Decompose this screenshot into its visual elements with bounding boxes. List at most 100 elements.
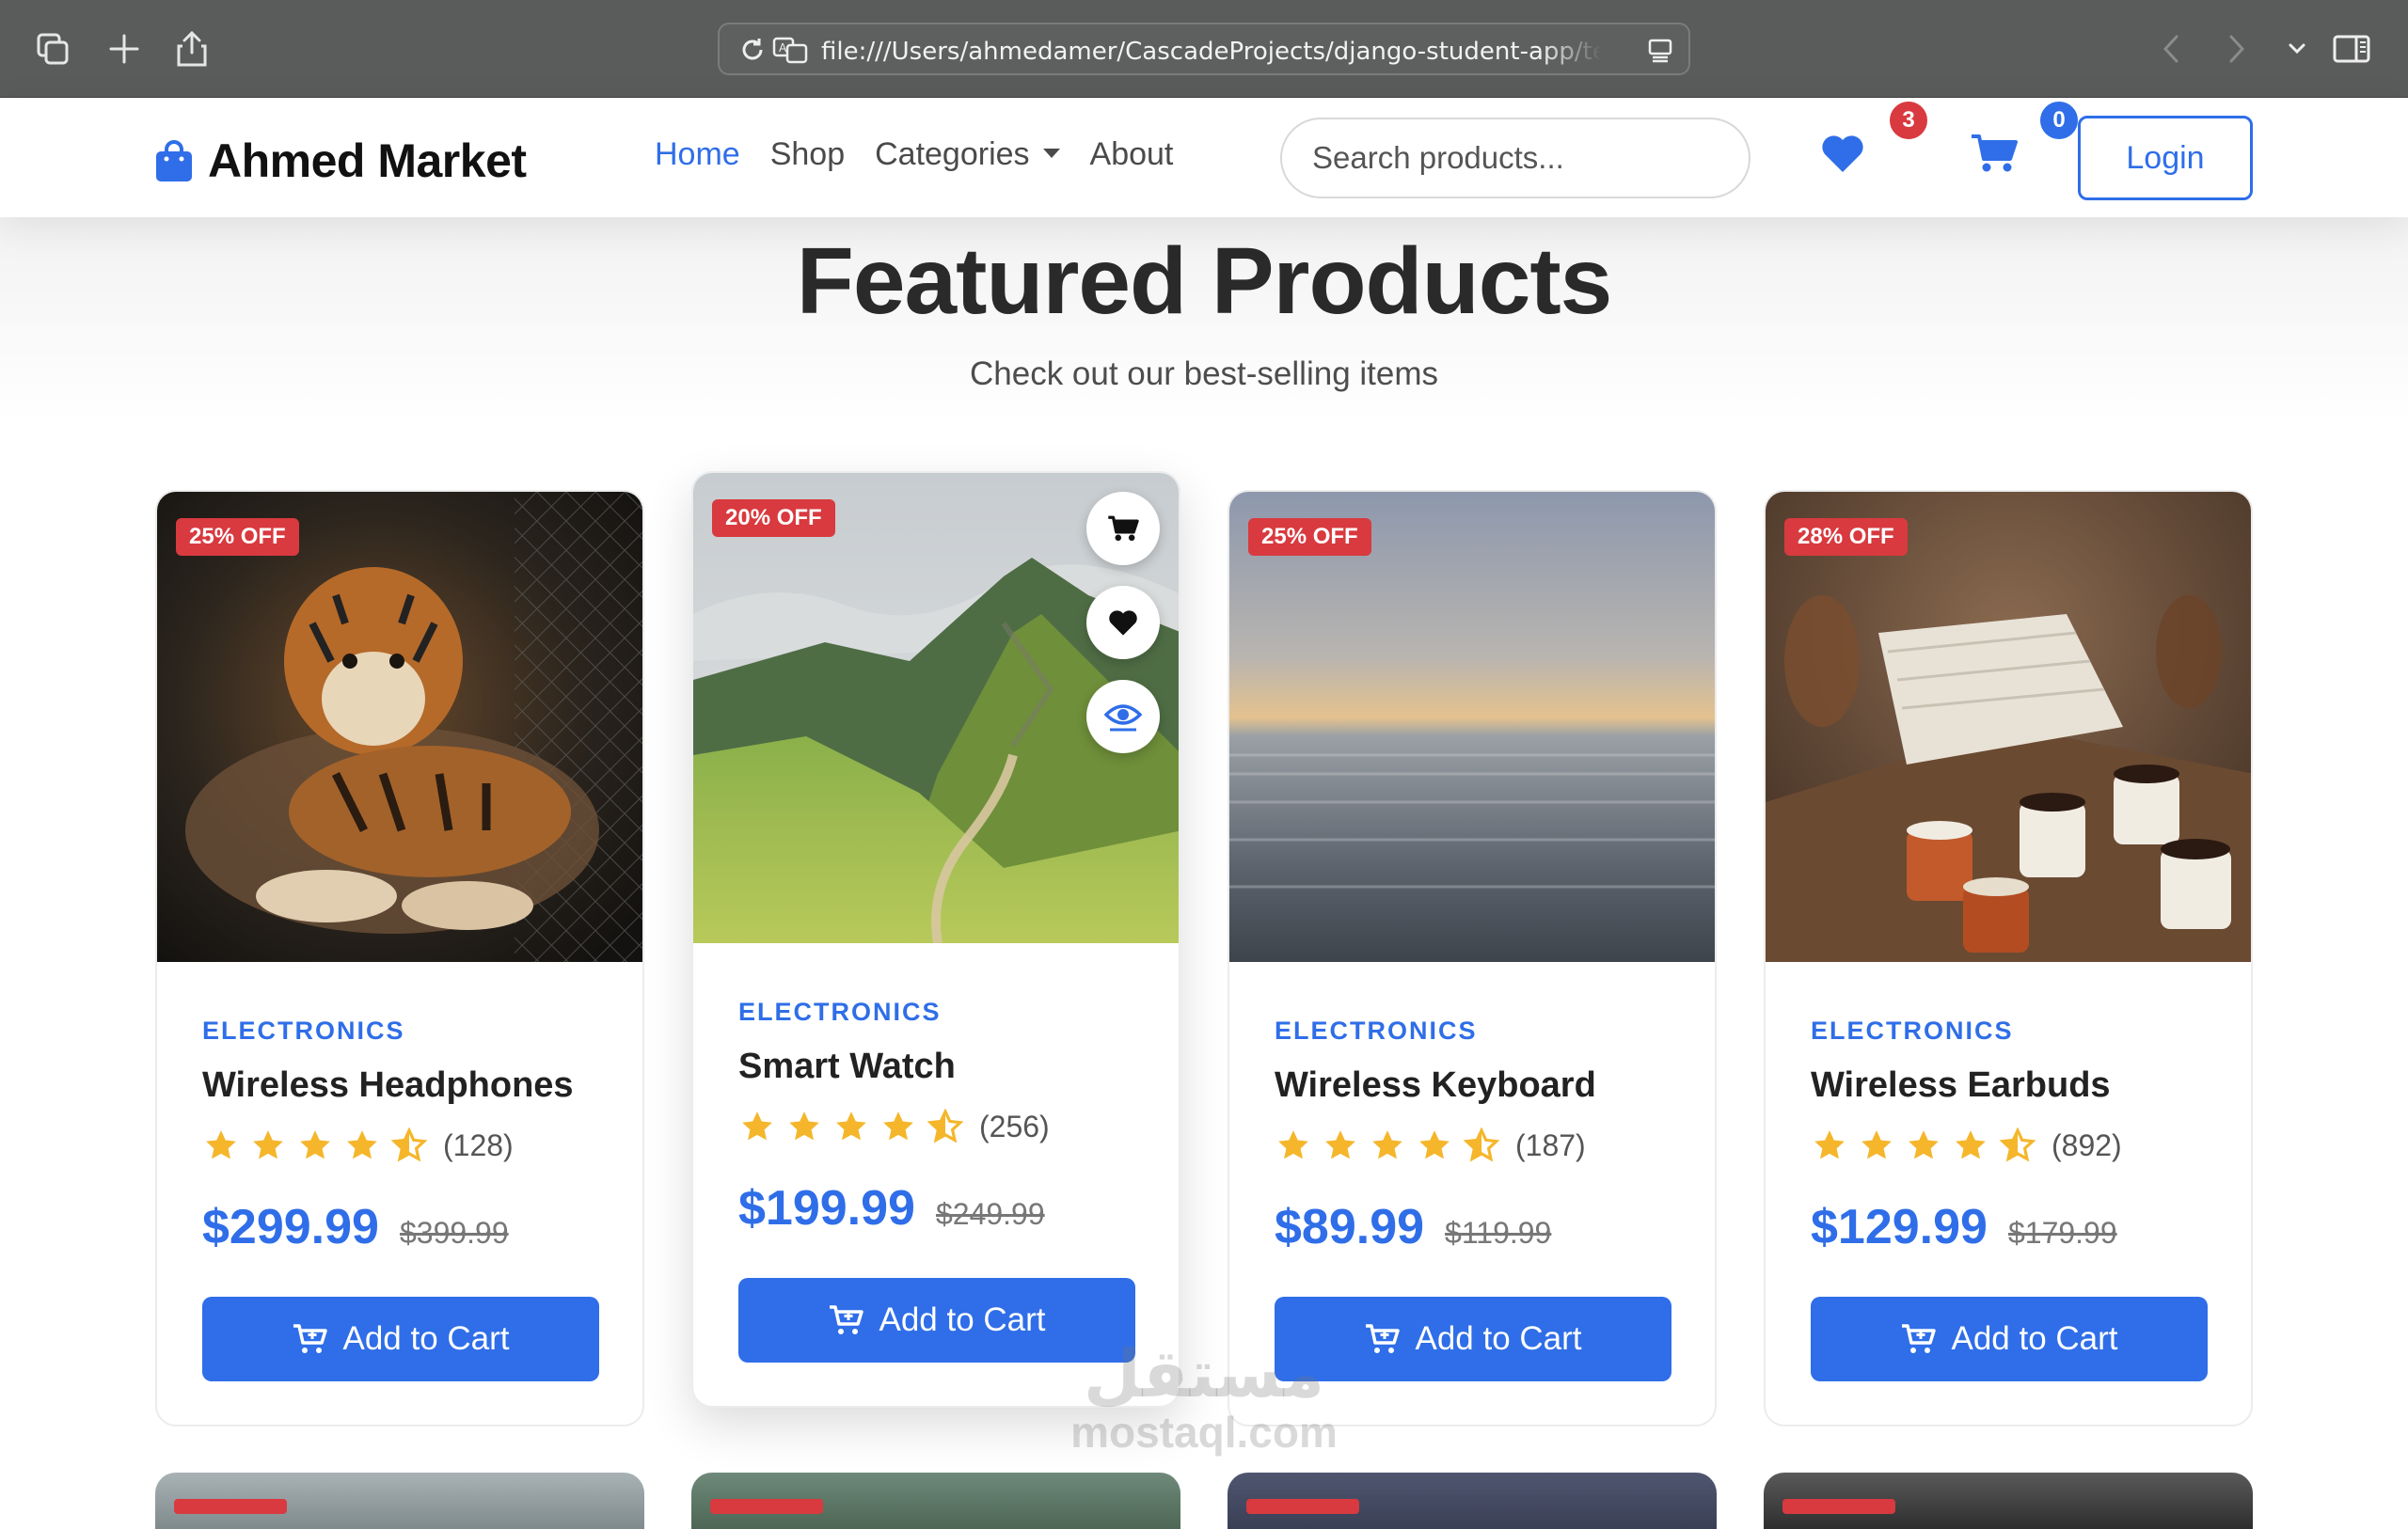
star-icon [300, 1130, 330, 1159]
product-image[interactable] [157, 492, 642, 962]
product-card-peek[interactable] [1764, 1473, 2253, 1529]
review-count: (892) [2052, 1127, 2122, 1162]
watermark-arabic: مستقل [1083, 1337, 1324, 1411]
section-title: Featured Products [796, 229, 1613, 334]
login-button[interactable]: Login [2078, 116, 2253, 200]
reader-icon[interactable] [1647, 38, 1673, 64]
add-to-cart-label: Add to Cart [1415, 1320, 1582, 1357]
product-card[interactable]: 20% OFF ELECTRONICS Smart Watch (256) $1… [691, 471, 1180, 1408]
cart-plus-icon [1366, 1324, 1401, 1353]
old-price: $179.99 [2007, 1216, 2117, 1250]
back-icon[interactable] [2147, 24, 2195, 73]
star-half-icon [1999, 1127, 2036, 1162]
section-subtitle: Check out our best-selling items [970, 355, 1438, 392]
current-price: $299.99 [202, 1200, 379, 1254]
wishlist-count-badge: 3 [1887, 99, 1930, 142]
star-icon [206, 1130, 236, 1159]
star-icon [253, 1130, 283, 1159]
product-category: ELECTRONICS [1811, 1017, 2014, 1045]
sidebar-icon[interactable] [2327, 24, 2376, 73]
chevron-down-icon[interactable] [2273, 24, 2321, 73]
product-image[interactable] [1229, 492, 1715, 962]
nav-link-shop[interactable]: Shop [770, 136, 845, 173]
address-bar[interactable]: A file:///Users/ahmedamer/CascadeProject… [718, 23, 1690, 75]
star-half-icon [1463, 1127, 1500, 1162]
star-icon [1419, 1130, 1450, 1159]
star-icon [1372, 1130, 1402, 1159]
search-input[interactable]: Search products... [1280, 118, 1751, 198]
product-card[interactable]: 28% OFF ELECTRONICS Wireless Earbuds (89… [1764, 490, 2253, 1427]
svg-text:A: A [779, 41, 787, 55]
product-name[interactable]: Wireless Earbuds [1811, 1065, 2111, 1106]
watermark-latin: mostaql.com [1070, 1408, 1338, 1457]
star-icon [1814, 1130, 1845, 1159]
eye-icon [1104, 704, 1142, 732]
product-card-peek[interactable] [1228, 1473, 1717, 1529]
discount-badge-peek [1782, 1499, 1895, 1514]
product-card-peek[interactable] [691, 1473, 1180, 1529]
star-icon [1278, 1130, 1308, 1159]
star-icon [1956, 1130, 1986, 1159]
current-price: $199.99 [738, 1181, 915, 1236]
nav-link-about[interactable]: About [1090, 136, 1174, 173]
cart-plus-icon [1902, 1324, 1937, 1353]
star-icon [883, 1111, 913, 1141]
brand-name: Ahmed Market [208, 134, 527, 187]
nav-link-home[interactable]: Home [655, 136, 740, 173]
product-category: ELECTRONICS [1275, 1017, 1478, 1045]
product-image[interactable] [1766, 492, 2251, 962]
star-half-icon [390, 1127, 428, 1162]
url-text: file:///Users/ahmedamer/CascadeProjects/… [821, 38, 1602, 66]
nav-link-categories[interactable]: Categories [875, 136, 1060, 173]
discount-badge: 25% OFF [176, 518, 299, 556]
cart-icon [1972, 134, 2018, 172]
product-price: $129.99 $179.99 [1811, 1199, 2117, 1255]
product-category: ELECTRONICS [738, 998, 942, 1026]
discount-badge-peek [174, 1499, 287, 1514]
product-name[interactable]: Wireless Headphones [202, 1065, 574, 1106]
star-icon [789, 1111, 819, 1141]
old-price: $399.99 [399, 1216, 509, 1250]
product-card[interactable]: 25% OFF ELECTRONICS Wireless Keyboard (1… [1228, 490, 1717, 1427]
star-icon [836, 1111, 866, 1141]
browser-toolbar: A file:///Users/ahmedamer/CascadeProject… [0, 0, 2408, 98]
caret-down-icon [1042, 149, 1060, 159]
review-count: (256) [979, 1109, 1050, 1143]
quick-wishlist-button[interactable] [1086, 586, 1160, 659]
review-count: (187) [1515, 1127, 1586, 1162]
product-price: $199.99 $249.99 [738, 1180, 1045, 1237]
star-icon [1909, 1130, 1939, 1159]
product-card-peek[interactable] [155, 1473, 644, 1529]
heart-icon [1822, 135, 1863, 172]
add-to-cart-button[interactable]: Add to Cart [1811, 1297, 2208, 1381]
brand-logo[interactable]: Ahmed Market [153, 134, 527, 188]
quick-view-button[interactable] [1086, 680, 1160, 753]
add-to-cart-button[interactable]: Add to Cart [202, 1297, 599, 1381]
product-name[interactable]: Smart Watch [738, 1047, 956, 1087]
wishlist-button[interactable] [1820, 133, 1865, 179]
tab-overview-icon[interactable] [28, 24, 77, 73]
cart-button[interactable] [1970, 133, 2019, 179]
product-card[interactable]: 25% OFF ELECTRONICS Wireless Headphones … [155, 490, 644, 1427]
product-name[interactable]: Wireless Keyboard [1275, 1065, 1596, 1106]
quick-add-cart-button[interactable] [1086, 492, 1160, 565]
star-icon [1861, 1130, 1892, 1159]
site-navbar: Ahmed Market Home Shop Categories About … [0, 99, 2408, 217]
translate-icon[interactable]: A [772, 36, 810, 66]
shopping-bag-icon [156, 140, 192, 181]
cart-plus-icon [293, 1324, 328, 1353]
product-category: ELECTRONICS [202, 1017, 405, 1045]
old-price: $119.99 [1445, 1216, 1552, 1250]
review-count: (128) [443, 1127, 514, 1162]
cart-icon [1108, 515, 1139, 542]
product-rating: (256) [738, 1109, 1050, 1144]
reload-icon[interactable] [738, 36, 767, 64]
share-icon[interactable] [167, 24, 216, 73]
add-to-cart-label: Add to Cart [342, 1320, 510, 1357]
add-to-cart-label: Add to Cart [1951, 1320, 2118, 1357]
discount-badge: 28% OFF [1784, 518, 1908, 556]
product-price: $89.99 $119.99 [1275, 1199, 1551, 1255]
discount-badge: 20% OFF [712, 499, 835, 537]
forward-icon[interactable] [2212, 24, 2261, 73]
new-tab-plus-icon[interactable] [100, 24, 149, 73]
